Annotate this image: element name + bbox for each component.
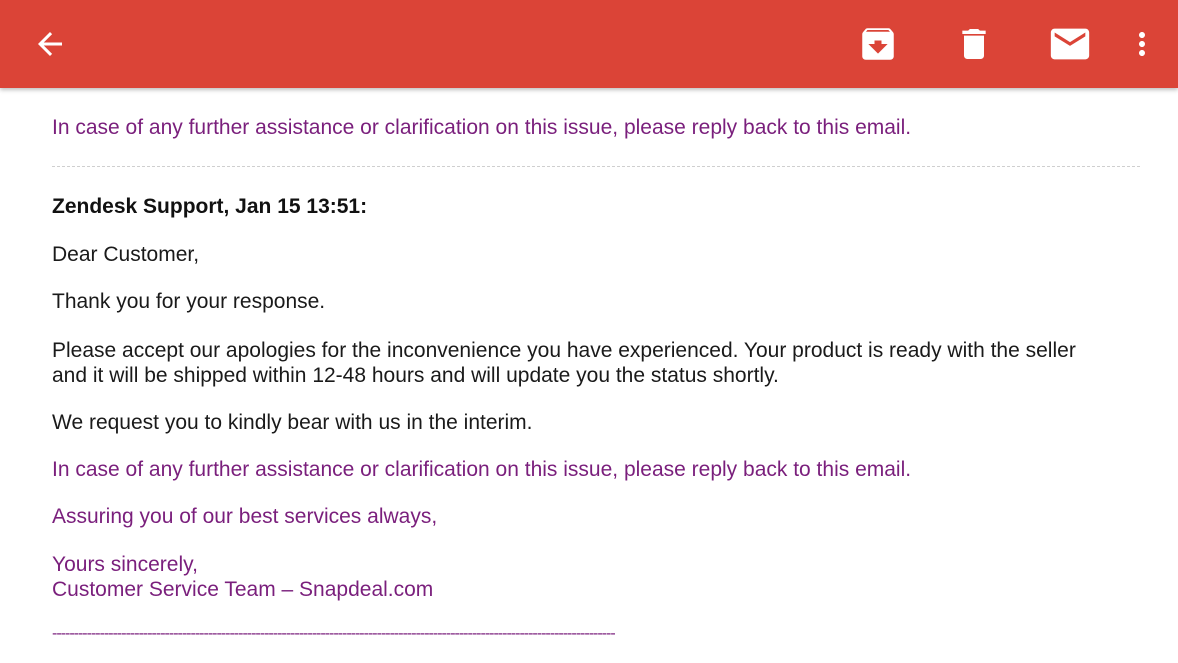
mail-icon	[1050, 28, 1090, 60]
signature-separator: ----------------------------------------…	[52, 625, 616, 642]
apology-text-line-1: Please accept our apologies for the inco…	[52, 339, 1076, 362]
quoted-assistance-text: In case of any further assistance or cla…	[52, 116, 912, 139]
more-vertical-icon	[1139, 32, 1145, 56]
thanks-text: Thank you for your response.	[52, 290, 326, 313]
back-button[interactable]	[18, 12, 82, 76]
trash-icon	[962, 29, 986, 59]
archive-button[interactable]	[846, 12, 910, 76]
mark-unread-button[interactable]	[1038, 12, 1102, 76]
signature-text: Customer Service Team – Snapdeal.com	[52, 578, 434, 601]
email-reader: In case of any further assistance or cla…	[0, 0, 1178, 663]
assistance-text: In case of any further assistance or cla…	[52, 458, 912, 481]
sign-off-text: Yours sincerely,	[52, 553, 198, 576]
delete-button[interactable]	[942, 12, 1006, 76]
apology-text-line-2: and it will be shipped within 12-48 hour…	[52, 364, 779, 387]
message-divider	[52, 166, 1140, 167]
greeting-text: Dear Customer,	[52, 243, 200, 266]
assuring-text: Assuring you of our best services always…	[52, 505, 438, 528]
email-body: In case of any further assistance or cla…	[0, 88, 1178, 663]
message-header: Zendesk Support, Jan 15 13:51:	[52, 195, 368, 218]
arrow-left-icon	[38, 32, 62, 56]
archive-icon	[862, 28, 894, 60]
top-app-bar	[0, 0, 1178, 88]
request-text: We request you to kindly bear with us in…	[52, 411, 533, 434]
more-options-button[interactable]	[1110, 12, 1174, 76]
